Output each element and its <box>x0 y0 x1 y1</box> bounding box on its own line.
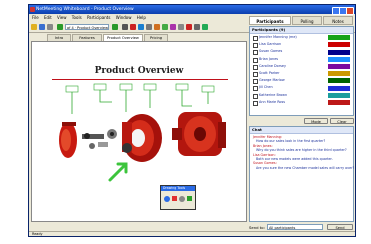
tab-participants[interactable]: Participants <box>249 16 291 25</box>
chat-header: Chat <box>250 127 353 134</box>
refresh-icon[interactable] <box>202 24 208 30</box>
tab-features[interactable]: Features <box>72 34 102 41</box>
text-icon[interactable] <box>146 24 152 30</box>
title-bar[interactable]: NetMeeting Whiteboard - Product Overview <box>29 5 355 15</box>
status-bar: Ready <box>29 231 355 236</box>
participant-name: Brian Jones <box>259 56 279 61</box>
tab-intro[interactable]: Intro <box>47 34 71 41</box>
menu-edit[interactable]: Edit <box>44 15 52 20</box>
chat-message: Are you sure the new Chamber model sales… <box>256 165 355 170</box>
participant-row[interactable]: Jennifer Manning (me) <box>250 34 353 41</box>
participant-name: Katherine Brown <box>259 92 288 97</box>
send-to-label: Send to: <box>249 225 265 230</box>
eraser-icon[interactable] <box>162 24 168 30</box>
participant-row[interactable]: Ann Marie Ross <box>250 99 353 106</box>
right-pane: Participants Polling Notes Participants … <box>249 16 354 235</box>
tab-notes[interactable]: Notes <box>323 16 353 25</box>
app-window: NetMeeting Whiteboard - Product Overview… <box>28 4 356 237</box>
menu-tools[interactable]: Tools <box>72 15 82 20</box>
participant-row[interactable]: Susan Gomes <box>250 48 353 56</box>
pen-icon[interactable] <box>130 24 136 30</box>
participant-color-swatch <box>328 78 350 84</box>
product-illustration <box>59 83 226 182</box>
select-tool-icon[interactable] <box>164 196 170 202</box>
right-tabs: Participants Polling Notes <box>249 16 354 25</box>
arrow-tool-icon[interactable] <box>187 196 192 201</box>
pointer-icon[interactable] <box>122 24 128 30</box>
participant-row[interactable]: Brian Jones <box>250 56 353 63</box>
participant-name: Jennifer Manning (me) <box>259 35 297 39</box>
whiteboard-canvas[interactable]: Product Overview Drawing Tools <box>31 41 247 222</box>
participant-name: Susan Gomes <box>259 49 283 54</box>
drawing-tools-palette[interactable]: Drawing Tools <box>160 185 196 210</box>
menu-window[interactable]: Window <box>116 15 132 20</box>
participant-name: Ann Marie Ross <box>259 99 286 104</box>
highlighter-icon[interactable] <box>138 24 144 30</box>
line-icon[interactable] <box>186 24 192 30</box>
sync-icon[interactable] <box>194 24 200 30</box>
tab-pricing[interactable]: Pricing <box>144 34 168 41</box>
tab-product-overview[interactable]: Product Overview <box>103 34 143 41</box>
participant-color-swatch <box>328 71 350 77</box>
participant-name: Scott Parker <box>259 70 280 75</box>
participant-color-swatch <box>328 42 350 48</box>
page-tabs: Intro Features Product Overview Pricing <box>29 33 247 41</box>
drawing-tool-icons <box>164 196 192 202</box>
participant-row[interactable]: Katherine Brown <box>250 92 353 99</box>
participants-panel: Participants (9) Jennifer Manning (me) L… <box>249 26 354 116</box>
save-icon[interactable] <box>39 24 45 30</box>
send-to-select[interactable]: All participants <box>267 224 323 230</box>
participant-color-swatch <box>328 63 350 69</box>
menu-help[interactable]: Help <box>137 15 146 20</box>
rect-tool-icon[interactable] <box>172 196 177 201</box>
participant-name: George Marlow <box>259 78 285 83</box>
app-icon <box>30 7 35 12</box>
participant-name: Caroline Dorsey <box>259 63 286 68</box>
participant-color-swatch <box>328 92 350 98</box>
window-title: NetMeeting Whiteboard - Product Overview <box>36 7 134 12</box>
zoom-icon[interactable] <box>178 24 184 30</box>
chat-message: Why do you think sales are higher in the… <box>256 148 347 153</box>
menu-participants[interactable]: Participants <box>87 15 111 20</box>
ellipse-tool-icon[interactable] <box>179 196 185 202</box>
participant-name: Lisa Garrison <box>259 42 282 47</box>
participant-color-swatch <box>328 35 350 41</box>
pump-cover-left <box>59 122 77 158</box>
participant-color-swatch <box>328 49 350 55</box>
participant-color-swatch <box>328 99 350 105</box>
menu-view[interactable]: View <box>57 15 67 20</box>
participant-name: Jill Chen <box>259 85 273 90</box>
chat-history: Jennifer Manning: How do our sales look … <box>250 134 355 170</box>
participant-color-swatch <box>328 85 350 91</box>
tab-polling[interactable]: Polling <box>292 16 322 25</box>
open-icon[interactable] <box>31 24 37 30</box>
page-selector[interactable]: of 4 · Product Overview <box>65 24 109 30</box>
participant-row[interactable]: Scott Parker <box>250 70 353 77</box>
menu-file[interactable]: File <box>32 15 39 20</box>
mode-button[interactable]: Mode <box>304 118 328 124</box>
participant-list: Jennifer Manning (me) Lisa Garrison Susa… <box>250 34 353 106</box>
participant-row[interactable]: Lisa Garrison <box>250 41 353 49</box>
next-page-icon[interactable] <box>112 24 118 30</box>
participant-checkbox[interactable] <box>253 100 258 106</box>
participants-header: Participants (9) <box>250 27 353 34</box>
shape-icon[interactable] <box>154 24 160 30</box>
participant-row[interactable]: George Marlow <box>250 77 353 85</box>
prev-page-icon[interactable] <box>57 24 63 30</box>
clear-button[interactable]: Clear <box>330 118 354 124</box>
color-icon[interactable] <box>170 24 176 30</box>
print-icon[interactable] <box>47 24 53 30</box>
participant-row[interactable]: Jill Chen <box>250 84 353 92</box>
send-button[interactable]: Send <box>327 224 353 230</box>
chat-panel: Chat Jennifer Manning: How do our sales … <box>249 126 354 222</box>
participant-color-swatch <box>328 56 350 62</box>
participant-row[interactable]: Caroline Dorsey <box>250 63 353 70</box>
